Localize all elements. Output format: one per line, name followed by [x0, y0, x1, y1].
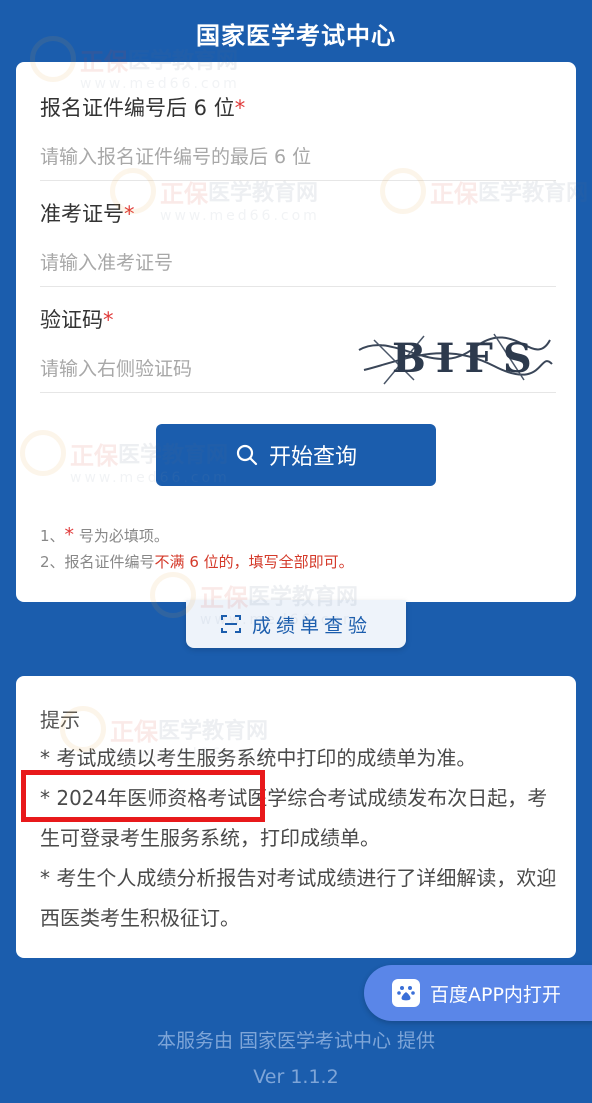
required-mark: * [103, 308, 114, 332]
provider-text: 本服务由 国家医学考试中心 提供 [156, 1030, 436, 1052]
required-mark: * [124, 202, 135, 226]
tips-title: 提示 [40, 708, 80, 732]
query-form-card: 报名证件编号后 6 位* 请输入报名证件编号的最后 6 位 准考证号* 请输入准… [16, 62, 576, 602]
captcha-label: 验证码 [40, 308, 103, 332]
report-verify-button[interactable]: 成绩单查验 [186, 600, 406, 648]
baidu-paw-icon [392, 979, 420, 1007]
note-line-2: 2、报名证件编号不满 6 位的，填写全部即可。 [40, 553, 354, 571]
search-icon [236, 444, 258, 466]
divider [40, 180, 556, 181]
highlight-box [21, 770, 265, 822]
divider [40, 286, 556, 287]
page-title: 国家医学考试中心 [196, 22, 396, 50]
form-notes: 1、* 号为必填项。 2、报名证件编号不满 6 位的，填写全部即可。 [40, 522, 354, 575]
id-last6-input[interactable]: 请输入报名证件编号的最后 6 位 [40, 142, 311, 169]
exam-number-field: 准考证号* 请输入准考证号 [40, 198, 556, 287]
required-mark: * [234, 96, 246, 120]
open-in-baidu-app-label: 百度APP内打开 [430, 983, 561, 1006]
exam-number-input[interactable]: 请输入准考证号 [40, 248, 173, 275]
id-last6-label: 报名证件编号后 6 位 [40, 96, 235, 120]
open-in-baidu-app-button[interactable]: 百度APP内打开 [364, 965, 592, 1021]
divider [40, 392, 556, 393]
page: 国家医学考试中心 报名证件编号后 6 位* 请输入报名证件编号的最后 6 位 准… [0, 0, 592, 1103]
version-text: Ver 1.1.2 [253, 1066, 339, 1088]
start-query-button[interactable]: 开始查询 [156, 424, 436, 486]
id-last6-field: 报名证件编号后 6 位* 请输入报名证件编号的最后 6 位 [40, 92, 556, 181]
start-query-label: 开始查询 [268, 445, 357, 470]
note-line-1: 1、* 号为必填项。 [40, 524, 169, 546]
captcha-input[interactable]: 请输入右侧验证码 [40, 354, 192, 381]
captcha-image[interactable]: BIFS [354, 320, 554, 392]
report-verify-label: 成绩单查验 [251, 614, 372, 637]
exam-number-label: 准考证号 [40, 202, 124, 226]
captcha-text: BIFS [392, 335, 542, 382]
tip-item: * 考生个人成绩分析报告对考试成绩进行了详细解读，欢迎西医类考生积极征订。 [40, 866, 557, 930]
scan-icon [220, 615, 241, 633]
